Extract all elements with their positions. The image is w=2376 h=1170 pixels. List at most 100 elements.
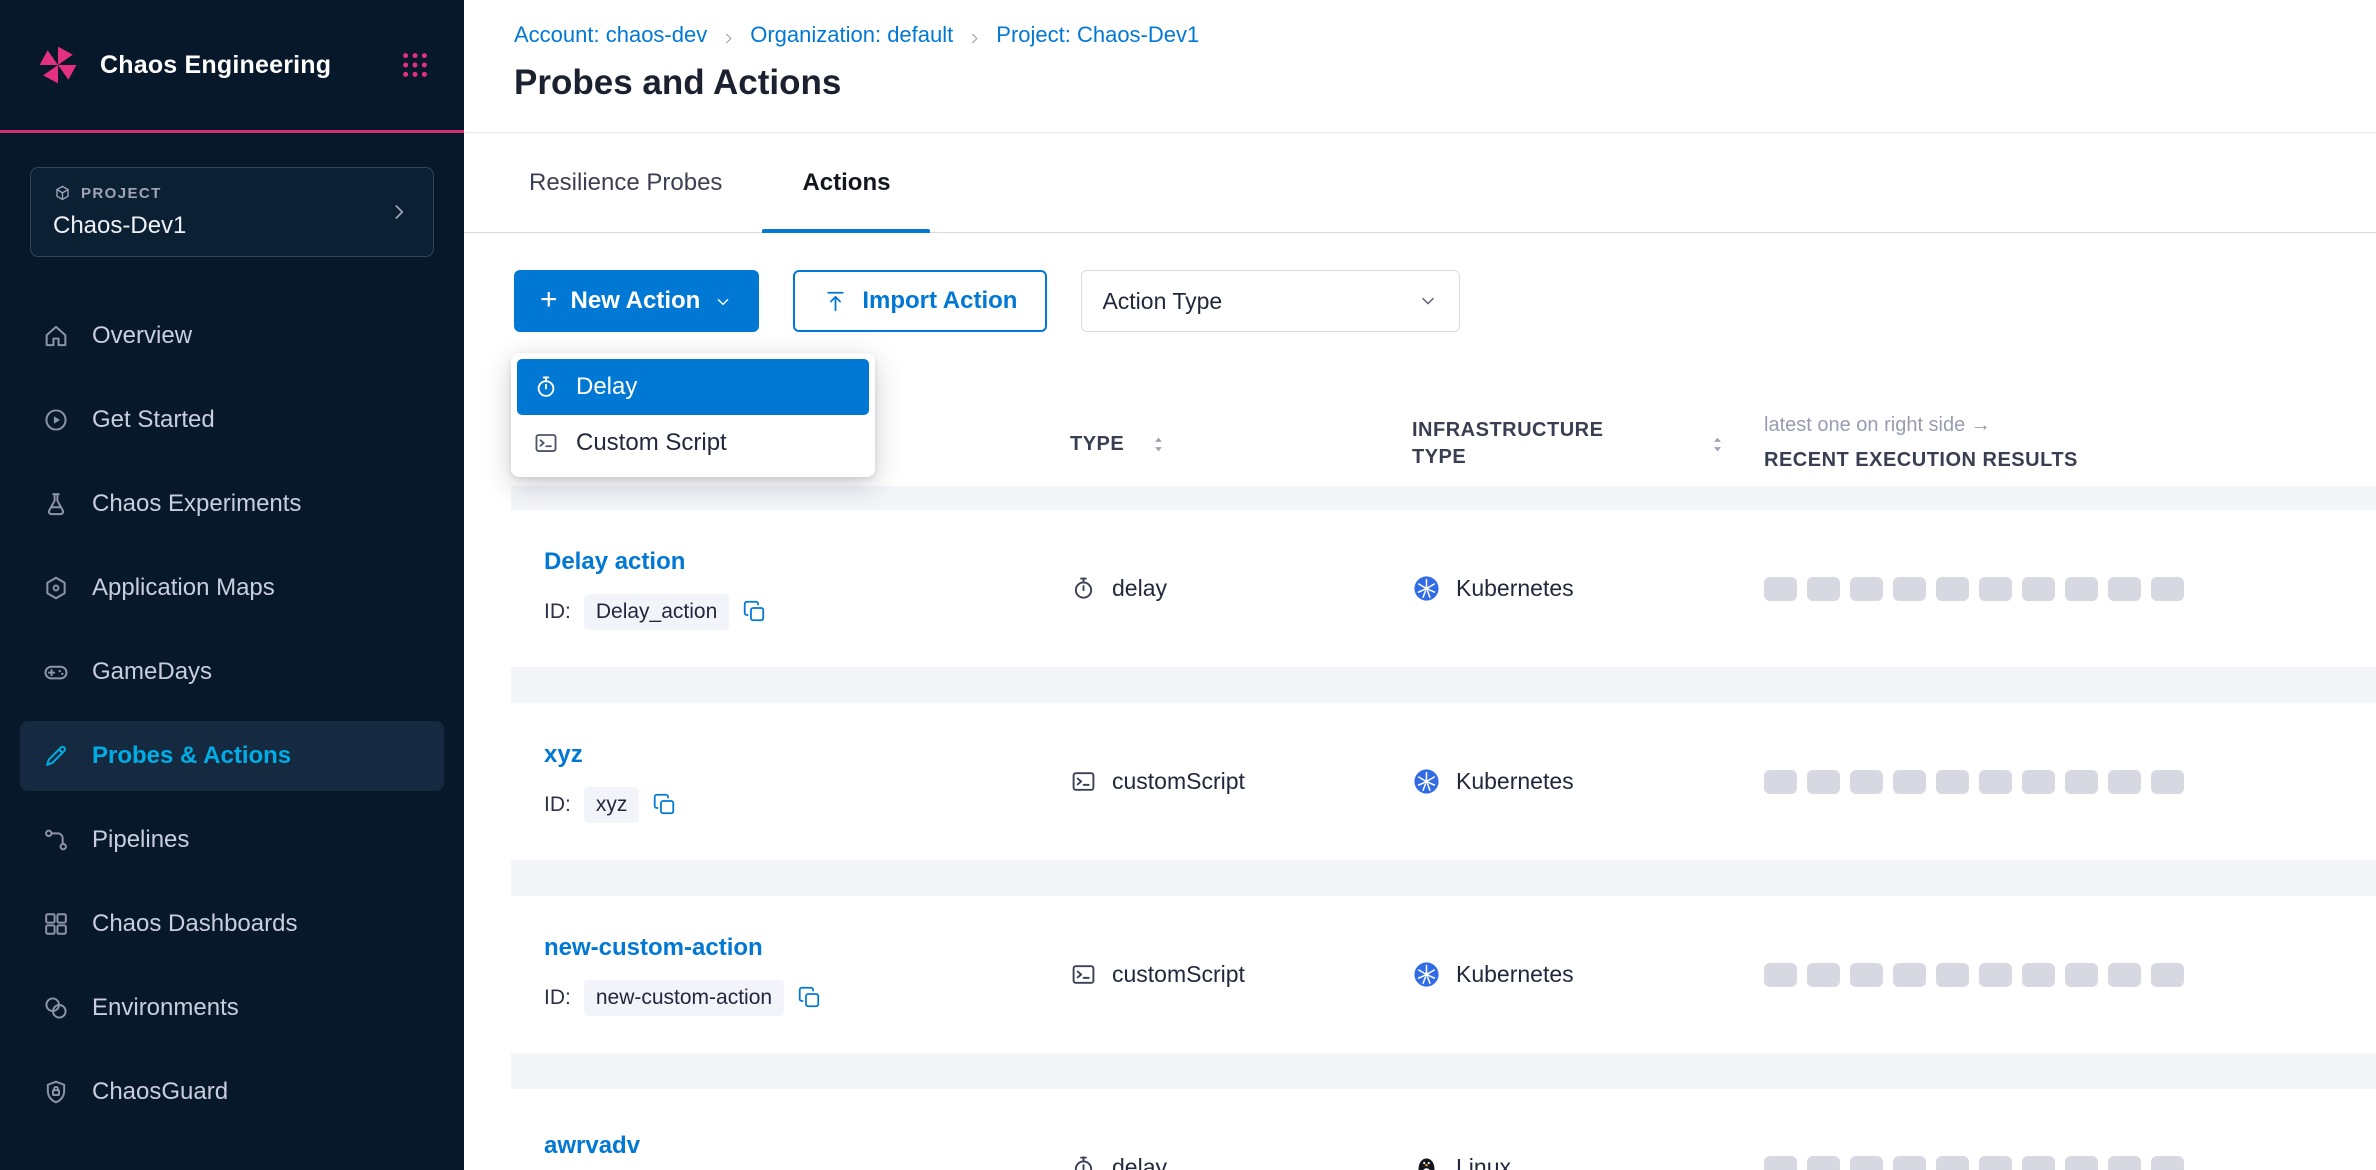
action-type-cell: delay [1070, 575, 1412, 602]
stopwatch-icon [1070, 1154, 1097, 1170]
copy-icon[interactable] [652, 792, 677, 817]
action-type-value: delay [1112, 575, 1167, 602]
execution-result-placeholder [1850, 577, 1883, 601]
execution-result-placeholder [1807, 770, 1840, 794]
action-name-link[interactable]: Delay action [544, 548, 1070, 576]
action-type-value: delay [1112, 1154, 1167, 1170]
gamedays-icon [42, 658, 70, 686]
page-header: Account: chaos-dev Organization: default… [464, 0, 2376, 133]
new-action-button[interactable]: + New Action [514, 270, 759, 332]
header-type: TYPE [1070, 431, 1412, 458]
execution-result-placeholder [1807, 1156, 1840, 1170]
copy-icon[interactable] [797, 985, 822, 1010]
execution-result-placeholder [1936, 577, 1969, 601]
sidebar-item-probes-actions[interactable]: Probes & Actions [20, 721, 444, 791]
action-id-row: ID: xyz [544, 787, 1070, 823]
sidebar-item-get-started[interactable]: Get Started [20, 385, 444, 455]
infrastructure-cell: Kubernetes [1412, 574, 1764, 603]
chaos-engineering-logo-icon [34, 41, 82, 89]
import-action-button[interactable]: Import Action [793, 270, 1047, 332]
action-name-link[interactable]: xyz [544, 741, 1070, 769]
sidebar-nav: Overview Get Started Chaos Experiments A… [0, 301, 464, 1127]
execution-result-placeholder [2108, 577, 2141, 601]
infrastructure-value: Kubernetes [1456, 575, 1574, 602]
breadcrumb-organization-link[interactable]: Organization: default [750, 22, 953, 48]
sidebar-item-overview[interactable]: Overview [20, 301, 444, 371]
sort-icon[interactable] [1707, 434, 1728, 455]
execution-results [1764, 577, 2376, 601]
menu-item-delay[interactable]: Delay [517, 359, 869, 415]
execution-result-placeholder [1979, 770, 2012, 794]
execution-result-placeholder [1764, 577, 1797, 601]
dashboards-icon [42, 910, 70, 938]
execution-result-placeholder [1979, 1156, 2012, 1170]
project-selector[interactable]: PROJECT Chaos-Dev1 [30, 167, 434, 257]
new-action-menu: Delay Custom Script [511, 353, 875, 477]
sort-icon[interactable] [1148, 434, 1169, 455]
execution-result-placeholder [2108, 770, 2141, 794]
execution-result-placeholder [1893, 577, 1926, 601]
actions-table: TYPE INFRASTRUCTURE TYPE latest one on r… [511, 402, 2376, 1170]
execution-result-placeholder [2151, 577, 2184, 601]
kubernetes-icon [1412, 767, 1441, 796]
application-maps-icon [42, 574, 70, 602]
chaosguard-icon [42, 1078, 70, 1106]
toolbar: + New Action Import Action Action Type [464, 233, 2376, 332]
project-name: Chaos-Dev1 [53, 212, 387, 240]
execution-result-placeholder [2108, 1156, 2141, 1170]
breadcrumb-account-link[interactable]: Account: chaos-dev [514, 22, 707, 48]
tabs: Resilience Probes Actions [464, 133, 2376, 233]
infrastructure-value: Kubernetes [1456, 961, 1574, 988]
chevron-right-icon [966, 27, 983, 44]
execution-result-placeholder [1850, 1156, 1883, 1170]
execution-result-placeholder [2022, 1156, 2055, 1170]
menu-item-custom-script[interactable]: Custom Script [517, 415, 869, 471]
sidebar-item-application-maps[interactable]: Application Maps [20, 553, 444, 623]
page-title: Probes and Actions [514, 63, 2376, 103]
execution-result-placeholder [1893, 963, 1926, 987]
action-type-cell: customScript [1070, 768, 1412, 795]
module-switcher-grid-icon[interactable] [400, 50, 430, 80]
kubernetes-icon [1412, 574, 1441, 603]
infrastructure-cell: Linux [1412, 1153, 1764, 1170]
breadcrumb-project-link[interactable]: Project: Chaos-Dev1 [996, 22, 1199, 48]
table-body: Delay action ID: Delay_action delay Kube… [511, 486, 2376, 1170]
table-row: xyz ID: xyz customScript Kubernetes [511, 703, 2376, 860]
pipelines-icon [42, 826, 70, 854]
get-started-icon [42, 406, 70, 434]
environments-icon [42, 994, 70, 1022]
sidebar-item-chaos-dashboards[interactable]: Chaos Dashboards [20, 889, 444, 959]
table-row: awrvadv delay Linux [511, 1089, 2376, 1170]
action-id-chip: new-custom-action [584, 980, 784, 1016]
sidebar-item-environments[interactable]: Environments [20, 973, 444, 1043]
chevron-down-icon [713, 291, 733, 311]
copy-icon[interactable] [742, 599, 767, 624]
execution-result-placeholder [1893, 1156, 1926, 1170]
tab-resilience-probes[interactable]: Resilience Probes [489, 133, 762, 232]
main-content: Account: chaos-dev Organization: default… [464, 0, 2376, 1170]
execution-result-placeholder [2022, 577, 2055, 601]
execution-results [1764, 963, 2376, 987]
sidebar-item-chaosguard[interactable]: ChaosGuard [20, 1057, 444, 1127]
chevron-right-icon [387, 200, 411, 224]
header-recent-execution-results: latest one on right side → RECENT EXECUT… [1764, 414, 2376, 474]
execution-result-placeholder [2151, 1156, 2184, 1170]
table-row: new-custom-action ID: new-custom-action … [511, 896, 2376, 1053]
table-row: Delay action ID: Delay_action delay Kube… [511, 510, 2376, 667]
project-cube-icon [53, 184, 72, 203]
action-name-link[interactable]: awrvadv [544, 1132, 1070, 1160]
tab-actions[interactable]: Actions [762, 133, 930, 232]
sidebar-item-gamedays[interactable]: GameDays [20, 637, 444, 707]
execution-results [1764, 1156, 2376, 1170]
action-type-value: customScript [1112, 768, 1245, 795]
execution-result-placeholder [1764, 770, 1797, 794]
sidebar-item-pipelines[interactable]: Pipelines [20, 805, 444, 875]
sidebar-item-chaos-experiments[interactable]: Chaos Experiments [20, 469, 444, 539]
execution-result-placeholder [1936, 963, 1969, 987]
action-name-link[interactable]: new-custom-action [544, 934, 1070, 962]
action-type-select[interactable]: Action Type [1081, 270, 1460, 332]
execution-result-placeholder [1764, 963, 1797, 987]
terminal-icon [533, 430, 559, 456]
execution-result-placeholder [1850, 770, 1883, 794]
stopwatch-icon [1070, 575, 1097, 602]
